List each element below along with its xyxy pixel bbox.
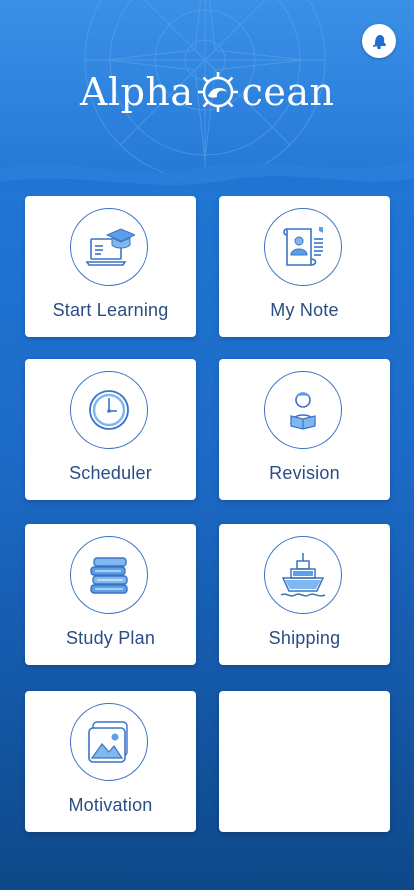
icon-circle	[70, 703, 148, 781]
notification-button[interactable]	[362, 24, 396, 58]
start-learning-card[interactable]: Start Learning	[25, 196, 196, 337]
laptop-graduation-cap-icon	[85, 228, 135, 266]
icon-circle	[264, 208, 342, 286]
my-note-card[interactable]: My Note	[219, 196, 390, 337]
card-label: Start Learning	[52, 300, 169, 320]
picture-gallery-icon	[88, 721, 128, 763]
scheduler-card[interactable]: Scheduler	[25, 359, 196, 500]
app-logo: Alpha cean	[80, 62, 334, 122]
logo-text-right: cean	[241, 70, 335, 114]
student-reading-icon	[290, 392, 316, 430]
note-scroll-icon	[283, 227, 323, 266]
card-label: Revision	[269, 463, 340, 483]
logo-text-left: Alpha	[80, 70, 194, 114]
study-plan-card[interactable]: Study Plan	[25, 524, 196, 665]
empty-card[interactable]	[219, 691, 390, 832]
icon-circle	[70, 536, 148, 614]
revision-card[interactable]: Revision	[219, 359, 390, 500]
card-label: Shipping	[268, 628, 341, 648]
icon-circle	[70, 371, 148, 449]
shipping-card[interactable]: Shipping	[219, 524, 390, 665]
icon-circle	[70, 208, 148, 286]
home-screen: Alpha cean Start Learning My Note Schedu…	[0, 0, 414, 890]
ship-wheel-icon	[197, 72, 238, 112]
books-stack-icon	[90, 557, 128, 594]
icon-circle	[264, 371, 342, 449]
ship-icon	[280, 553, 326, 597]
clock-icon	[89, 390, 129, 430]
card-label: My Note	[270, 300, 339, 320]
header: Alpha cean	[0, 0, 414, 190]
motivation-card[interactable]: Motivation	[25, 691, 196, 832]
bell-icon	[372, 35, 387, 50]
card-label: Study Plan	[65, 628, 156, 648]
card-label: Motivation	[68, 795, 153, 815]
icon-circle	[264, 536, 342, 614]
card-label: Scheduler	[69, 463, 152, 483]
